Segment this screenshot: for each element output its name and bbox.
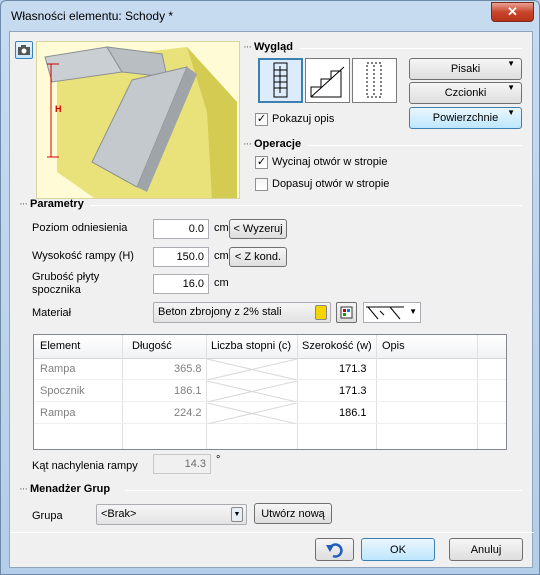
powierzchnie-button[interactable]: Powierzchnie ▼ <box>409 107 522 129</box>
table-row[interactable]: Spocznik 186.1 171.3 <box>34 381 506 402</box>
cut-opening-checkbox[interactable]: ✓ <box>255 156 268 169</box>
material-label: Materiał <box>32 307 72 319</box>
row-width: 171.3 <box>339 385 367 397</box>
row-length: 365.8 <box>174 363 202 375</box>
angle-unit: ° <box>216 454 221 466</box>
pisaki-button[interactable]: Pisaki ▼ <box>409 58 522 80</box>
height-input[interactable]: 150.0 <box>153 247 209 267</box>
view-mode-2-button[interactable] <box>305 58 350 103</box>
undo-icon <box>325 543 343 558</box>
hatch-pattern-icon <box>366 306 404 320</box>
from-storey-button[interactable]: < Z kond. <box>229 247 287 267</box>
group-select[interactable]: <Brak> ▼ <box>96 504 247 525</box>
height-dimension-label: H <box>55 104 62 114</box>
row-element: Rampa <box>40 407 76 419</box>
stairs-section-icon <box>310 66 345 98</box>
fit-opening-checkbox[interactable] <box>255 178 268 191</box>
steps-disabled-cross <box>207 381 297 402</box>
group-label: Grupa <box>32 510 63 522</box>
window-title: Własności elementu: Schody * <box>11 9 174 23</box>
row-width: 171.3 <box>339 363 367 375</box>
view-mode-1-button[interactable] <box>258 58 303 103</box>
undo-button[interactable] <box>315 538 354 561</box>
thickness-input[interactable]: 16.0 <box>153 274 209 294</box>
material-props-button[interactable] <box>336 302 357 323</box>
ok-button[interactable]: OK <box>361 538 435 561</box>
col-element[interactable]: Element <box>40 340 80 352</box>
angle-readonly-field: 14.3 <box>153 454 211 474</box>
dropdown-icon: ▼ <box>231 507 243 522</box>
palette-icon <box>340 306 353 319</box>
level-label: Poziom odniesienia <box>32 222 128 234</box>
row-length: 224.2 <box>174 407 202 419</box>
row-width: 186.1 <box>339 407 367 419</box>
table-row[interactable]: Rampa 224.2 186.1 <box>34 403 506 424</box>
height-label: Wysokość rampy (H) <box>32 250 134 262</box>
steps-disabled-cross <box>207 403 297 424</box>
steps-disabled-cross <box>207 359 297 380</box>
look-group-title: ··· Wygląd <box>243 41 293 53</box>
thickness-unit: cm <box>214 277 229 289</box>
segments-table: Element Długość Liczba stopni (c) Szerok… <box>33 334 507 450</box>
cut-opening-label: Wycinaj otwór w stropie <box>272 156 388 168</box>
table-header: Element Długość Liczba stopni (c) Szerok… <box>34 335 506 359</box>
dialog-client: H ··· Wygląd Pisaki ▼ Czcionki ▼ Powierz… <box>9 31 534 568</box>
col-desc[interactable]: Opis <box>382 340 405 352</box>
show-description-checkbox[interactable]: ✓ <box>255 113 268 126</box>
params-group-title: ··· Parametry <box>19 198 84 210</box>
angle-label: Kąt nachylenia rampy <box>32 460 138 472</box>
fit-opening-label: Dopasuj otwór w stropie <box>272 178 390 190</box>
material-lamp-icon <box>315 305 327 320</box>
show-description-label: Pokazuj opis <box>272 113 335 125</box>
chevron-down-icon: ▼ <box>409 307 417 316</box>
thickness-label-line2: spocznika <box>32 284 81 296</box>
stairs-plan-icon <box>273 62 288 98</box>
camera-button[interactable] <box>15 41 33 59</box>
col-width[interactable]: Szerokość (w) <box>302 340 372 352</box>
view-mode-3-button[interactable] <box>352 58 397 103</box>
groups-group-title: ··· Menadżer Grup <box>19 483 111 495</box>
row-element: Rampa <box>40 363 76 375</box>
material-select[interactable]: Beton zbrojony z 2% stali <box>153 302 331 323</box>
camera-icon <box>18 45 30 55</box>
col-length[interactable]: Długość <box>132 340 172 352</box>
col-steps[interactable]: Liczba stopni (c) <box>211 340 291 352</box>
height-unit: cm <box>214 250 229 262</box>
create-group-button[interactable]: Utwórz nową <box>254 503 332 524</box>
level-input[interactable]: 0.0 <box>153 219 209 239</box>
thickness-label-line1: Grubość płyty <box>32 271 100 283</box>
stairs-dashed-icon <box>366 62 382 98</box>
close-button[interactable]: ✕ <box>491 2 534 22</box>
table-row[interactable]: Rampa 365.8 171.3 <box>34 359 506 380</box>
ops-group-title: ··· Operacje <box>243 138 302 150</box>
row-element: Spocznik <box>40 385 85 397</box>
reset-level-button[interactable]: < Wyzeruj <box>229 219 287 239</box>
row-length: 186.1 <box>174 385 202 397</box>
level-unit: cm <box>214 222 229 234</box>
czcionki-button[interactable]: Czcionki ▼ <box>409 82 522 104</box>
stairs-preview: H <box>36 41 240 199</box>
dialog-window: Własności elementu: Schody * ✕ H ··· Wyg… <box>0 0 540 575</box>
hatch-select[interactable]: ▼ <box>363 302 421 323</box>
cancel-button[interactable]: Anuluj <box>449 538 523 561</box>
